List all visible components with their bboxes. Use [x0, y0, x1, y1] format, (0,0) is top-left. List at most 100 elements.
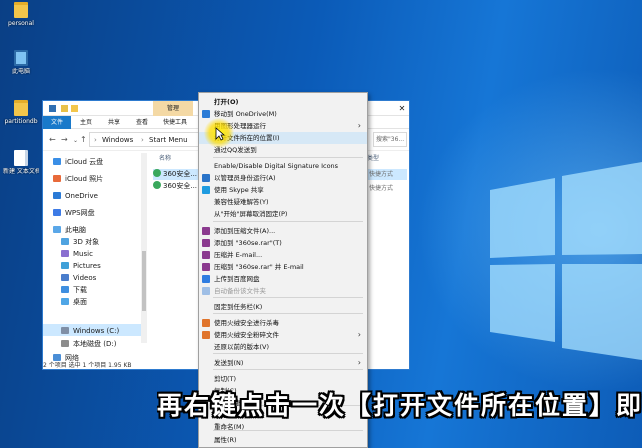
- menu-item-icon: [202, 319, 210, 327]
- tab-quick-tools[interactable]: 快捷工具: [157, 116, 193, 129]
- menu-item-icon: [202, 275, 210, 283]
- nav-item-icon: [61, 286, 69, 293]
- nav-item[interactable]: Windows (C:): [61, 326, 119, 337]
- nav-item-label: iCloud 云盘: [65, 158, 104, 166]
- file-name: 360安全...: [163, 170, 198, 178]
- nav-item[interactable]: 桌面: [61, 297, 87, 308]
- column-header-type[interactable]: 类型: [367, 153, 379, 162]
- menu-item-icon: [202, 251, 210, 259]
- nav-item-icon: [53, 175, 61, 182]
- context-menu-item[interactable]: 上传到百度网盘: [199, 273, 367, 285]
- close-icon[interactable]: ✕: [393, 101, 409, 116]
- nav-item[interactable]: WPS网盘: [53, 208, 95, 219]
- context-menu-item[interactable]: 兼容性疑难解答(Y): [199, 196, 367, 208]
- nav-item[interactable]: OneDrive: [53, 191, 98, 202]
- new-folder-icon[interactable]: [71, 105, 78, 112]
- nav-item[interactable]: 此电脑: [53, 225, 86, 236]
- context-menu-item[interactable]: 重命名(M): [199, 421, 367, 433]
- nav-item[interactable]: Music: [61, 249, 93, 260]
- properties-icon[interactable]: [61, 105, 68, 112]
- context-menu-item[interactable]: 使用火绒安全进行杀毒: [199, 317, 367, 329]
- context-menu-item[interactable]: 打开(O): [199, 96, 367, 108]
- search-input[interactable]: 搜索"36...: [373, 132, 407, 147]
- recent-dropdown-icon[interactable]: ⌄: [73, 137, 78, 144]
- tab-share[interactable]: 共享: [101, 116, 127, 129]
- breadcrumb-windows[interactable]: Windows: [102, 136, 133, 144]
- 360-browser-icon: [153, 169, 161, 177]
- nav-item-label: 本地磁盘 (D:): [73, 340, 117, 348]
- nav-item-label: 桌面: [73, 298, 87, 306]
- tab-file[interactable]: 文件: [43, 116, 71, 129]
- nav-item-label: Windows (C:): [73, 327, 120, 335]
- submenu-chevron-icon: ›: [357, 121, 361, 130]
- context-menu-item[interactable]: Enable/Disable Digital Signature Icons: [199, 160, 367, 172]
- context-menu-item-label: 兼容性疑难解答(Y): [214, 198, 269, 206]
- tab-home[interactable]: 主页: [73, 116, 99, 129]
- desktop-icon-partitiondb[interactable]: partitiondb: [3, 100, 39, 125]
- context-menu-item[interactable]: 使用火绒安全粉碎文件 ›: [199, 329, 367, 341]
- context-menu-item[interactable]: 发送到(N) ›: [199, 357, 367, 369]
- submenu-chevron-icon: ›: [357, 358, 361, 367]
- context-menu-item[interactable]: 压缩到 "360se.rar" 并 E-mail: [199, 261, 367, 273]
- desktop-icon-this-pc[interactable]: 此电脑: [3, 50, 39, 75]
- context-menu-item[interactable]: 添加到压缩文件(A)...: [199, 225, 367, 237]
- column-header-name[interactable]: 名称: [159, 153, 171, 162]
- up-arrow-icon[interactable]: ↑: [80, 135, 87, 144]
- nav-item-icon: [53, 209, 61, 216]
- context-menu-item[interactable]: 还原以前的版本(V): [199, 341, 367, 353]
- context-menu-item-label: 上传到百度网盘: [214, 275, 260, 283]
- nav-scrollbar-thumb[interactable]: [142, 251, 146, 311]
- context-menu-item[interactable]: 剪切(T): [199, 373, 367, 385]
- context-menu-item[interactable]: 压缩并 E-mail...: [199, 249, 367, 261]
- menu-item-icon: [202, 110, 210, 118]
- menu-item-icon: [202, 174, 210, 182]
- nav-item-label: 下载: [73, 286, 87, 294]
- desktop-icon-personal[interactable]: personal: [3, 2, 39, 27]
- video-subtitle: 再右键点击一次【打开文件所在位置】即可: [157, 391, 642, 420]
- context-menu-item-label: 使用火绒安全进行杀毒: [214, 319, 279, 327]
- document-icon: [14, 150, 28, 166]
- windows-logo-wallpaper: [490, 162, 642, 360]
- desktop-icon-label: personal: [8, 20, 34, 27]
- nav-item-icon: [61, 327, 69, 334]
- chevron-right-icon: ›: [94, 136, 97, 144]
- context-menu-item[interactable]: 自动备份该文件夹: [199, 285, 367, 297]
- context-menu-item-label: 使用火绒安全粉碎文件: [214, 331, 279, 339]
- context-menu-item[interactable]: 使用 Skype 共享: [199, 184, 367, 196]
- context-menu-item[interactable]: 固定到任务栏(K): [199, 301, 367, 313]
- nav-item-icon: [53, 192, 61, 199]
- nav-scrollbar[interactable]: [141, 153, 147, 343]
- desktop-icon-label: 新建 文本文档: [3, 168, 39, 175]
- nav-item[interactable]: 3D 对象: [61, 237, 99, 248]
- breadcrumb-start-menu[interactable]: Start Menu: [149, 136, 188, 144]
- desktop-icon-text-doc[interactable]: 新建 文本文档: [3, 150, 39, 175]
- context-menu-item[interactable]: 添加到 "360se.rar"(T): [199, 237, 367, 249]
- context-menu-item-label: 打开(O): [214, 98, 239, 106]
- context-menu-item-label: 使用 Skype 共享: [214, 186, 264, 194]
- nav-item-icon: [61, 298, 69, 305]
- tab-view[interactable]: 查看: [129, 116, 155, 129]
- context-menu-item[interactable]: 从"开始"屏幕取消固定(P): [199, 208, 367, 220]
- nav-item[interactable]: 本地磁盘 (D:): [61, 339, 116, 350]
- nav-item[interactable]: 下载: [61, 285, 87, 296]
- context-menu-item-label: 添加到 "360se.rar"(T): [214, 239, 282, 247]
- nav-item-icon: [53, 226, 61, 233]
- back-arrow-icon[interactable]: ←: [49, 135, 56, 144]
- nav-item[interactable]: Videos: [61, 273, 96, 284]
- manage-context-tab[interactable]: 管理: [153, 101, 193, 116]
- desktop-icon-label: partitiondb: [4, 118, 38, 125]
- nav-item-icon: [61, 274, 69, 281]
- nav-item[interactable]: iCloud 照片: [53, 174, 103, 185]
- context-menu-item-label: 以管理员身份运行(A): [214, 174, 276, 182]
- menu-separator: [213, 157, 363, 158]
- context-menu-item[interactable]: 属性(R): [199, 434, 367, 446]
- nav-item-label: Music: [73, 250, 93, 258]
- menu-separator: [213, 369, 363, 370]
- nav-item-label: 此电脑: [65, 226, 86, 234]
- nav-item[interactable]: iCloud 云盘: [53, 157, 103, 168]
- nav-item[interactable]: Pictures: [61, 261, 101, 272]
- context-menu-item[interactable]: 以管理员身份运行(A): [199, 172, 367, 184]
- file-type-selected: 快捷方式: [367, 169, 407, 180]
- chevron-right-icon: ›: [141, 136, 144, 144]
- forward-arrow-icon[interactable]: →: [61, 135, 68, 144]
